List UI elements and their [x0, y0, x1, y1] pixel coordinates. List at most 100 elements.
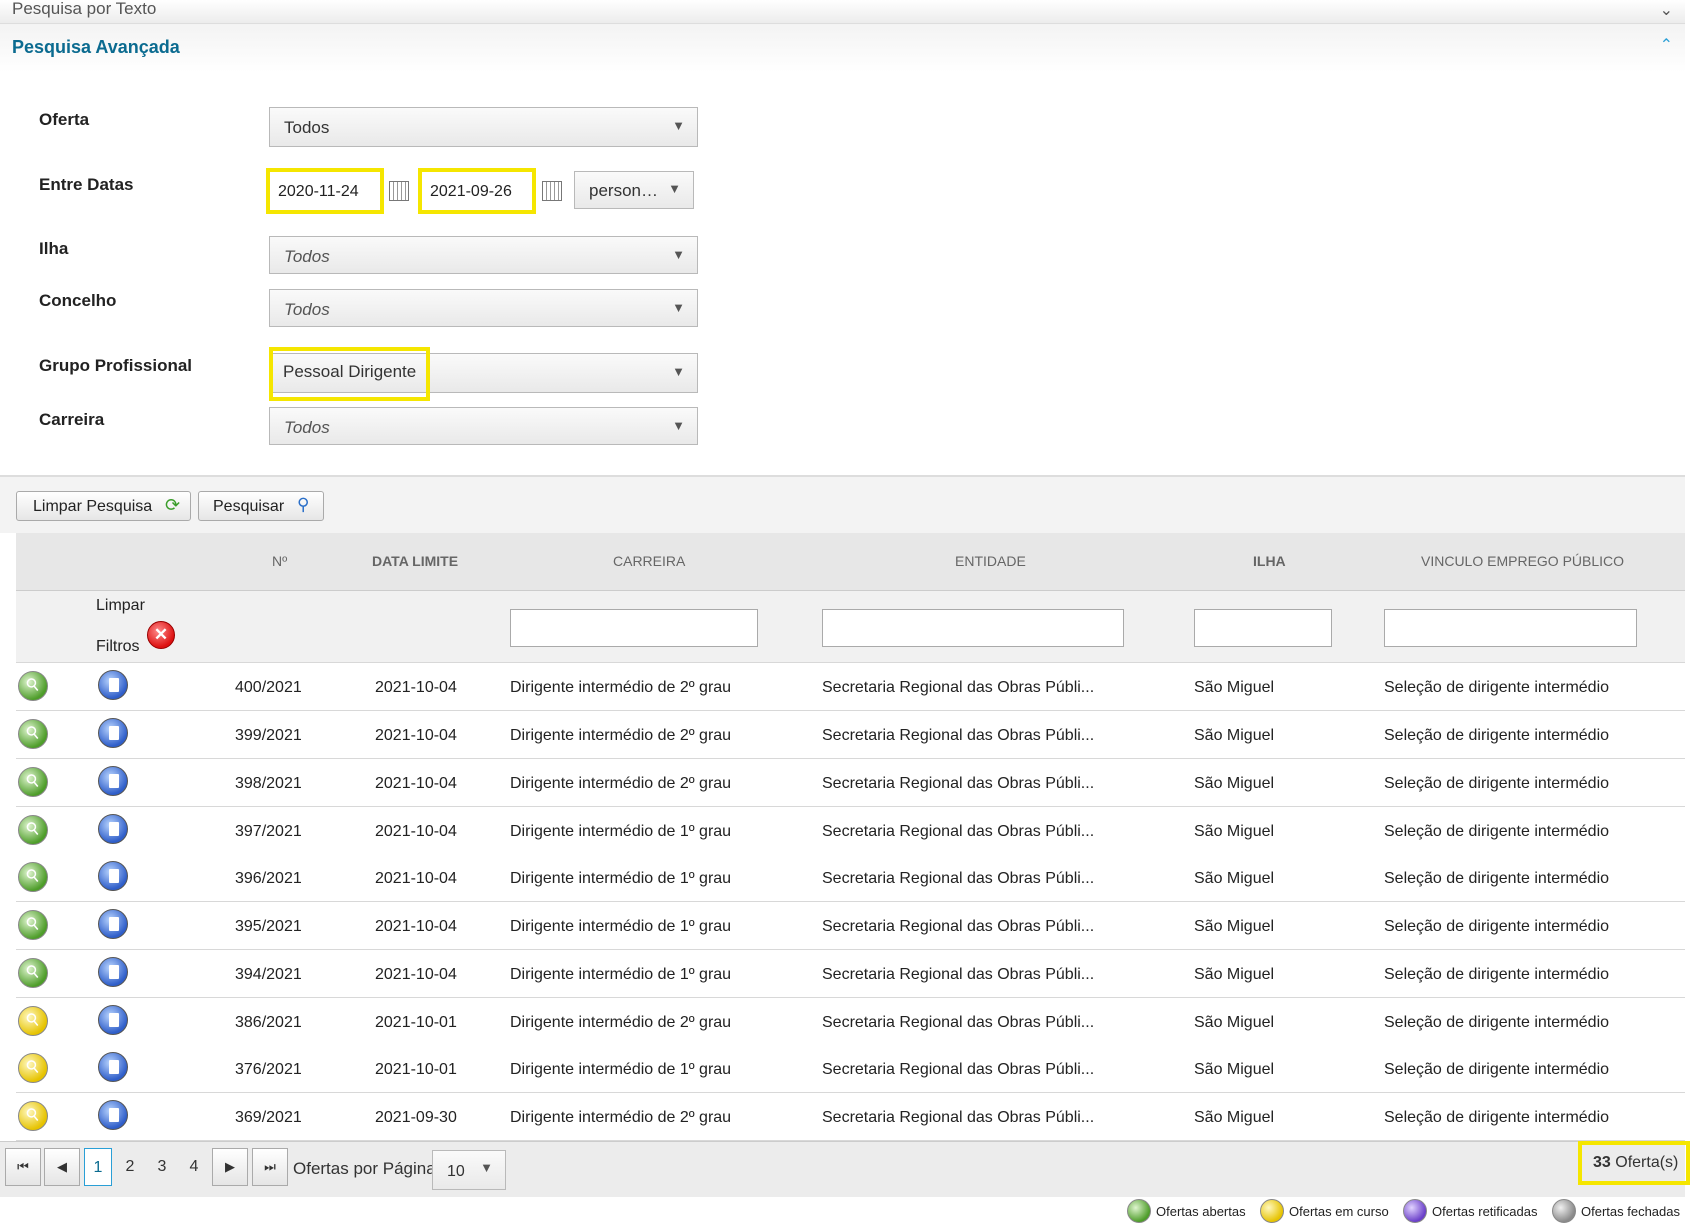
oferta-label: Oferta [39, 110, 90, 129]
concelho-label: Concelho [39, 291, 117, 310]
document-icon[interactable] [98, 670, 128, 700]
text-search-title: Pesquisa por Texto [12, 0, 157, 18]
table-row[interactable]: 398/2021 2021-10-04 Dirigente intermédio d… [16, 759, 1685, 807]
document-icon[interactable] [98, 957, 128, 987]
last-page-button[interactable]: ⏭ [252, 1148, 288, 1186]
table-row[interactable]: 395/2021 2021-10-04 Dirigente intermédio d… [16, 902, 1685, 950]
table-row[interactable]: 397/2021 2021-10-04 Dirigente intermédio d… [16, 807, 1685, 855]
chevron-down-icon: ▼ [672, 247, 685, 262]
text-search-accordion-header[interactable]: Pesquisa por Texto ⌄ [0, 0, 1685, 24]
document-icon[interactable] [98, 814, 128, 844]
row-entidade: Secretaria Regional das Obras Públi... [822, 775, 1095, 792]
ilha-select[interactable]: Todos ▼ [269, 236, 698, 274]
row-numero: 395/2021 [235, 918, 302, 935]
vinculo-filter-input[interactable] [1384, 609, 1637, 647]
open-offer-icon[interactable] [18, 719, 48, 749]
document-icon[interactable] [98, 1052, 128, 1082]
table-row[interactable]: 400/2021 2021-10-04 Dirigente intermédio d… [16, 663, 1685, 711]
concelho-select[interactable]: Todos ▼ [269, 289, 698, 327]
chevron-down-icon[interactable]: ⌄ [1660, 0, 1673, 20]
row-entidade: Secretaria Regional das Obras Públi... [822, 1109, 1095, 1126]
header-numero[interactable]: Nº [272, 553, 287, 569]
page-4-button[interactable]: 4 [180, 1148, 208, 1186]
in-progress-offer-icon[interactable] [18, 1053, 48, 1083]
clear-search-button[interactable]: Limpar Pesquisa ⟳ [16, 491, 191, 521]
grupo-profissional-select[interactable]: Pessoal Dirigente ▼ [268, 347, 698, 401]
in-progress-offer-icon[interactable] [18, 1101, 48, 1131]
open-offer-icon [1127, 1199, 1151, 1223]
document-icon[interactable] [98, 718, 128, 748]
carreira-select[interactable]: Todos ▼ [269, 407, 698, 445]
first-page-button[interactable]: ⏮ [5, 1148, 41, 1186]
per-page-select[interactable]: 10 ▼ [432, 1150, 506, 1190]
page-3-button[interactable]: 3 [148, 1148, 176, 1186]
row-numero: 398/2021 [235, 775, 302, 792]
header-entidade[interactable]: ENTIDADE [955, 553, 1026, 569]
row-carreira: Dirigente intermédio de 2º grau [510, 775, 732, 792]
table-row[interactable]: 386/2021 2021-10-01 Dirigente intermédio d… [16, 998, 1685, 1046]
legend-curso-label: Ofertas em curso [1289, 1204, 1389, 1219]
ilha-filter-input[interactable] [1194, 609, 1332, 647]
date-mode-select[interactable]: person… ▼ [574, 171, 694, 209]
advanced-search-accordion-header[interactable]: Pesquisa Avançada ⌃ [0, 24, 1685, 72]
page-2-button[interactable]: 2 [116, 1148, 144, 1186]
row-data-limite: 2021-10-04 [375, 679, 457, 696]
start-date-input[interactable]: 2020-11-24 [266, 168, 384, 214]
search-toolbar: Limpar Pesquisa ⟳ Pesquisar ⚲ [0, 475, 1685, 533]
open-offer-icon[interactable] [18, 671, 48, 701]
header-ilha[interactable]: ILHA [1253, 553, 1286, 569]
clear-filters-icon[interactable]: ✕ [147, 621, 175, 649]
refresh-icon: ⟳ [165, 495, 181, 515]
open-offer-icon[interactable] [18, 767, 48, 797]
end-date-input[interactable]: 2021-09-26 [418, 168, 536, 214]
chevron-down-icon: ▼ [672, 364, 685, 379]
rectified-offer-icon [1403, 1199, 1427, 1223]
table-row[interactable]: 394/2021 2021-10-04 Dirigente intermédio d… [16, 950, 1685, 998]
oferta-select[interactable]: Todos ▼ [269, 107, 698, 147]
search-button[interactable]: Pesquisar ⚲ [198, 491, 324, 521]
header-vinculo[interactable]: VINCULO EMPREGO PÚBLICO [1421, 553, 1624, 569]
closed-offer-icon [1552, 1199, 1576, 1223]
open-offer-icon[interactable] [18, 815, 48, 845]
open-offer-icon[interactable] [18, 958, 48, 988]
row-data-limite: 2021-10-04 [375, 870, 457, 887]
calendar-icon[interactable] [542, 181, 562, 201]
carreira-filter-input[interactable] [510, 609, 758, 647]
oferta-value: Todos [284, 118, 330, 137]
row-carreira: Dirigente intermédio de 1º grau [510, 870, 732, 887]
clear-filters-label: Filtros [96, 638, 140, 655]
document-icon[interactable] [98, 1100, 128, 1130]
calendar-icon[interactable] [389, 181, 409, 201]
row-numero: 376/2021 [235, 1061, 302, 1078]
row-data-limite: 2021-10-01 [375, 1014, 457, 1031]
row-entidade: Secretaria Regional das Obras Públi... [822, 1014, 1095, 1031]
table-row[interactable]: 369/2021 2021-09-30 Dirigente intermédio d… [16, 1093, 1685, 1141]
open-offer-icon[interactable] [18, 862, 48, 892]
row-data-limite: 2021-10-04 [375, 727, 457, 744]
in-progress-offer-icon[interactable] [18, 1006, 48, 1036]
header-carreira[interactable]: CARREIRA [613, 553, 685, 569]
open-offer-icon[interactable] [18, 910, 48, 940]
row-entidade: Secretaria Regional das Obras Públi... [822, 679, 1095, 696]
row-carreira: Dirigente intermédio de 2º grau [510, 1014, 732, 1031]
chevron-up-icon[interactable]: ⌃ [1660, 35, 1673, 55]
table-row[interactable]: 399/2021 2021-10-04 Dirigente intermédio d… [16, 711, 1685, 759]
table-row[interactable]: 396/2021 2021-10-04 Dirigente intermédio d… [16, 854, 1685, 902]
row-ilha: São Miguel [1194, 870, 1275, 887]
document-icon[interactable] [98, 1005, 128, 1035]
page-1-button[interactable]: 1 [84, 1148, 112, 1186]
row-ilha: São Miguel [1194, 775, 1275, 792]
document-icon[interactable] [98, 909, 128, 939]
document-icon[interactable] [98, 766, 128, 796]
next-page-button[interactable]: ▶ [212, 1148, 248, 1186]
row-entidade: Secretaria Regional das Obras Públi... [822, 1061, 1095, 1078]
row-vinculo: Seleção de dirigente intermédio [1384, 1109, 1610, 1126]
row-vinculo: Seleção de dirigente intermédio [1384, 727, 1610, 744]
row-data-limite: 2021-10-04 [375, 918, 457, 935]
document-icon[interactable] [98, 861, 128, 891]
header-data-limite[interactable]: DATA LIMITE [372, 553, 458, 569]
table-row[interactable]: 376/2021 2021-10-01 Dirigente intermédio d… [16, 1045, 1685, 1093]
prev-page-button[interactable]: ◀ [44, 1148, 80, 1186]
row-carreira: Dirigente intermédio de 1º grau [510, 918, 732, 935]
entidade-filter-input[interactable] [822, 609, 1124, 647]
